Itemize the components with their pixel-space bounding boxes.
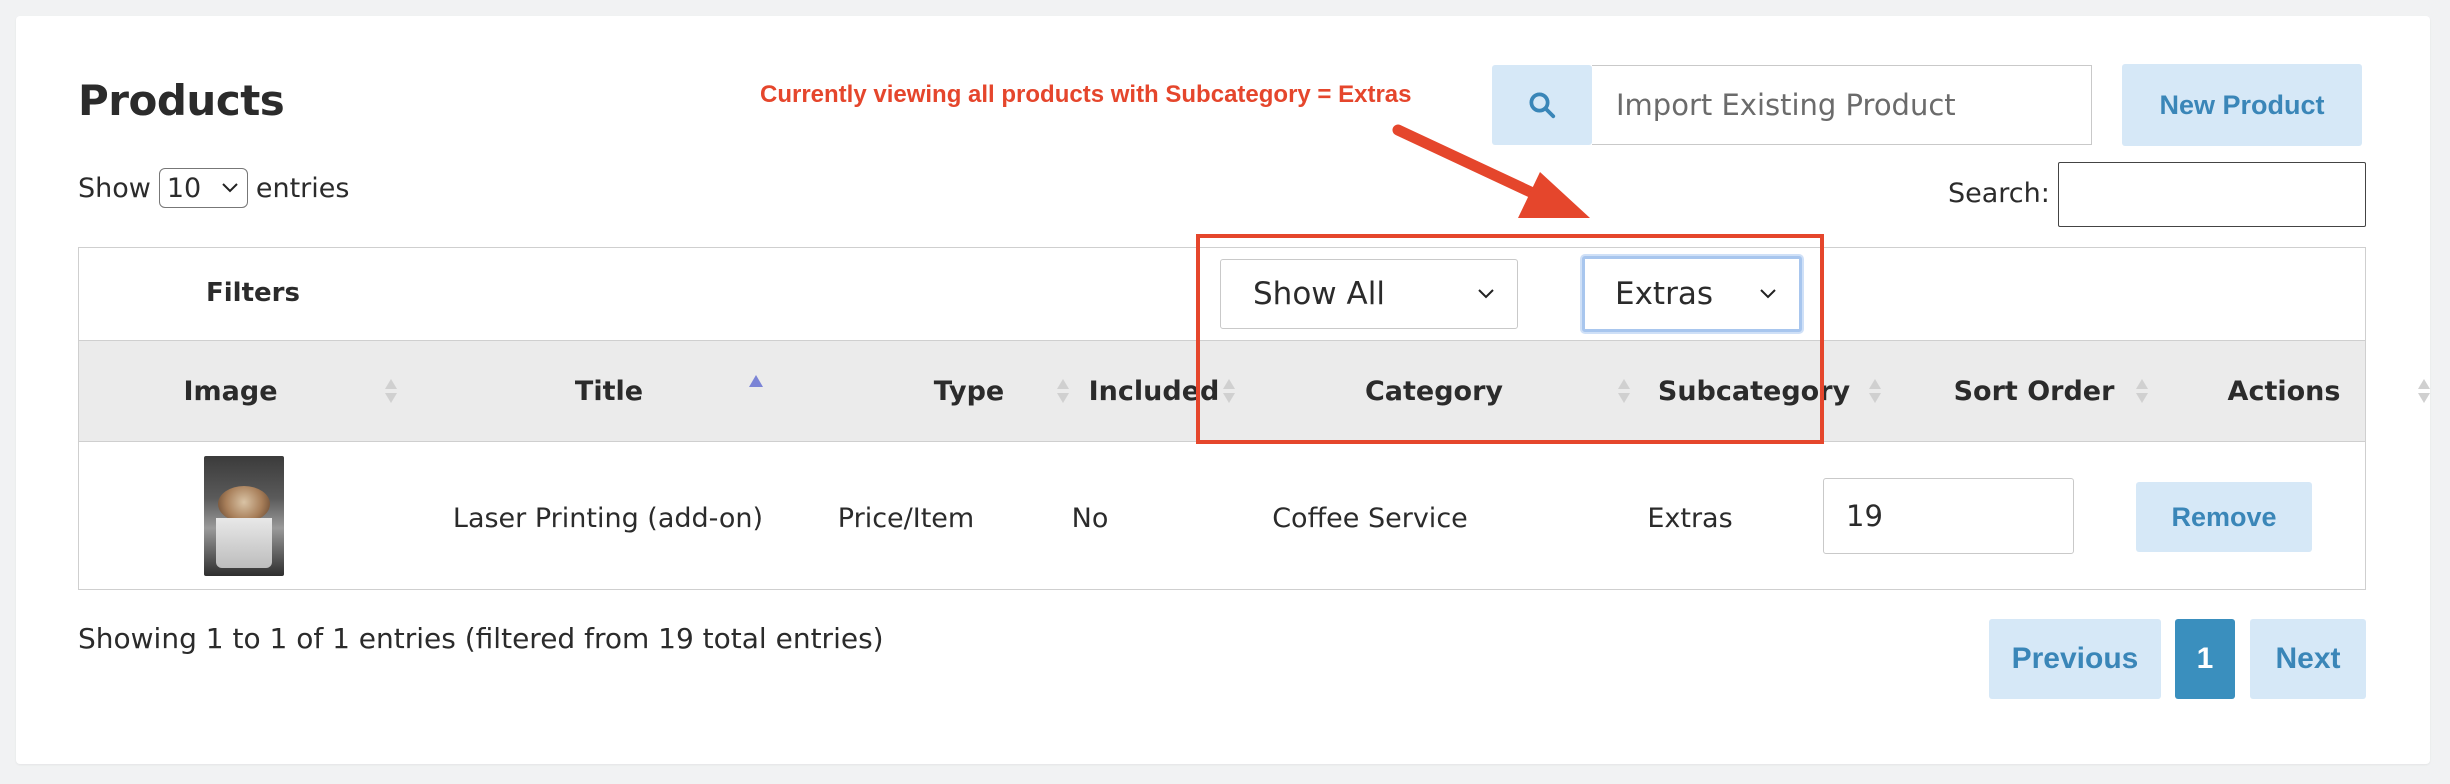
sort-icon [1869, 379, 1881, 403]
annotation-arrow-icon [1392, 124, 1590, 218]
length-menu: Show 10 entries [78, 168, 349, 208]
column-header-sort-order[interactable]: Sort Order [1889, 341, 2179, 441]
column-header-label: Image [183, 375, 278, 407]
column-header-title[interactable]: Title [409, 341, 809, 441]
search-label: Search: [1948, 178, 2050, 209]
sort-icon [2136, 379, 2148, 403]
page-title: Products [78, 76, 285, 125]
entries-select-value: 10 [166, 172, 202, 204]
product-image [204, 456, 284, 576]
annotation-highlight-box [1196, 234, 1824, 444]
column-header-actions[interactable]: Actions [2159, 341, 2430, 441]
column-header-label: Type [933, 375, 1005, 407]
show-label: Show [78, 172, 151, 204]
new-product-button[interactable]: New Product [2122, 64, 2362, 146]
sort-icon [1057, 379, 1069, 403]
sort-icon [385, 379, 397, 403]
annotation-text: Currently viewing all products with Subc… [760, 81, 1412, 108]
sort-ascending-icon [749, 375, 763, 387]
search-icon [1529, 92, 1556, 119]
import-product-input[interactable] [1592, 65, 2092, 145]
chevron-down-icon [222, 183, 238, 193]
table-search-input[interactable] [2058, 162, 2366, 227]
remove-button[interactable]: Remove [2136, 482, 2312, 552]
previous-page-button[interactable]: Previous [1989, 619, 2161, 699]
filters-label: Filters [206, 278, 300, 308]
next-page-button[interactable]: Next [2250, 619, 2366, 699]
column-header-image[interactable]: Image [79, 341, 397, 441]
column-header-label: Sort Order [1953, 375, 2115, 407]
column-header-label: Actions [2227, 375, 2341, 407]
sort-icon [2418, 379, 2430, 403]
cell-subcategory: Extras [1647, 502, 1733, 534]
entries-label: entries [255, 172, 350, 204]
cell-type: Price/Item [837, 502, 975, 534]
cell-title: Laser Printing (add-on) [452, 502, 764, 534]
entries-per-page-select[interactable]: 10 [158, 168, 248, 208]
page-button-current[interactable]: 1 [2175, 619, 2235, 699]
table-info-text: Showing 1 to 1 of 1 entries (filtered fr… [78, 622, 884, 655]
column-header-label: Title [574, 375, 644, 407]
sort-order-input[interactable] [1823, 478, 2074, 554]
cell-category: Coffee Service [1272, 502, 1468, 534]
column-header-type[interactable]: Type [829, 341, 1109, 441]
cell-included: No [1071, 502, 1109, 534]
